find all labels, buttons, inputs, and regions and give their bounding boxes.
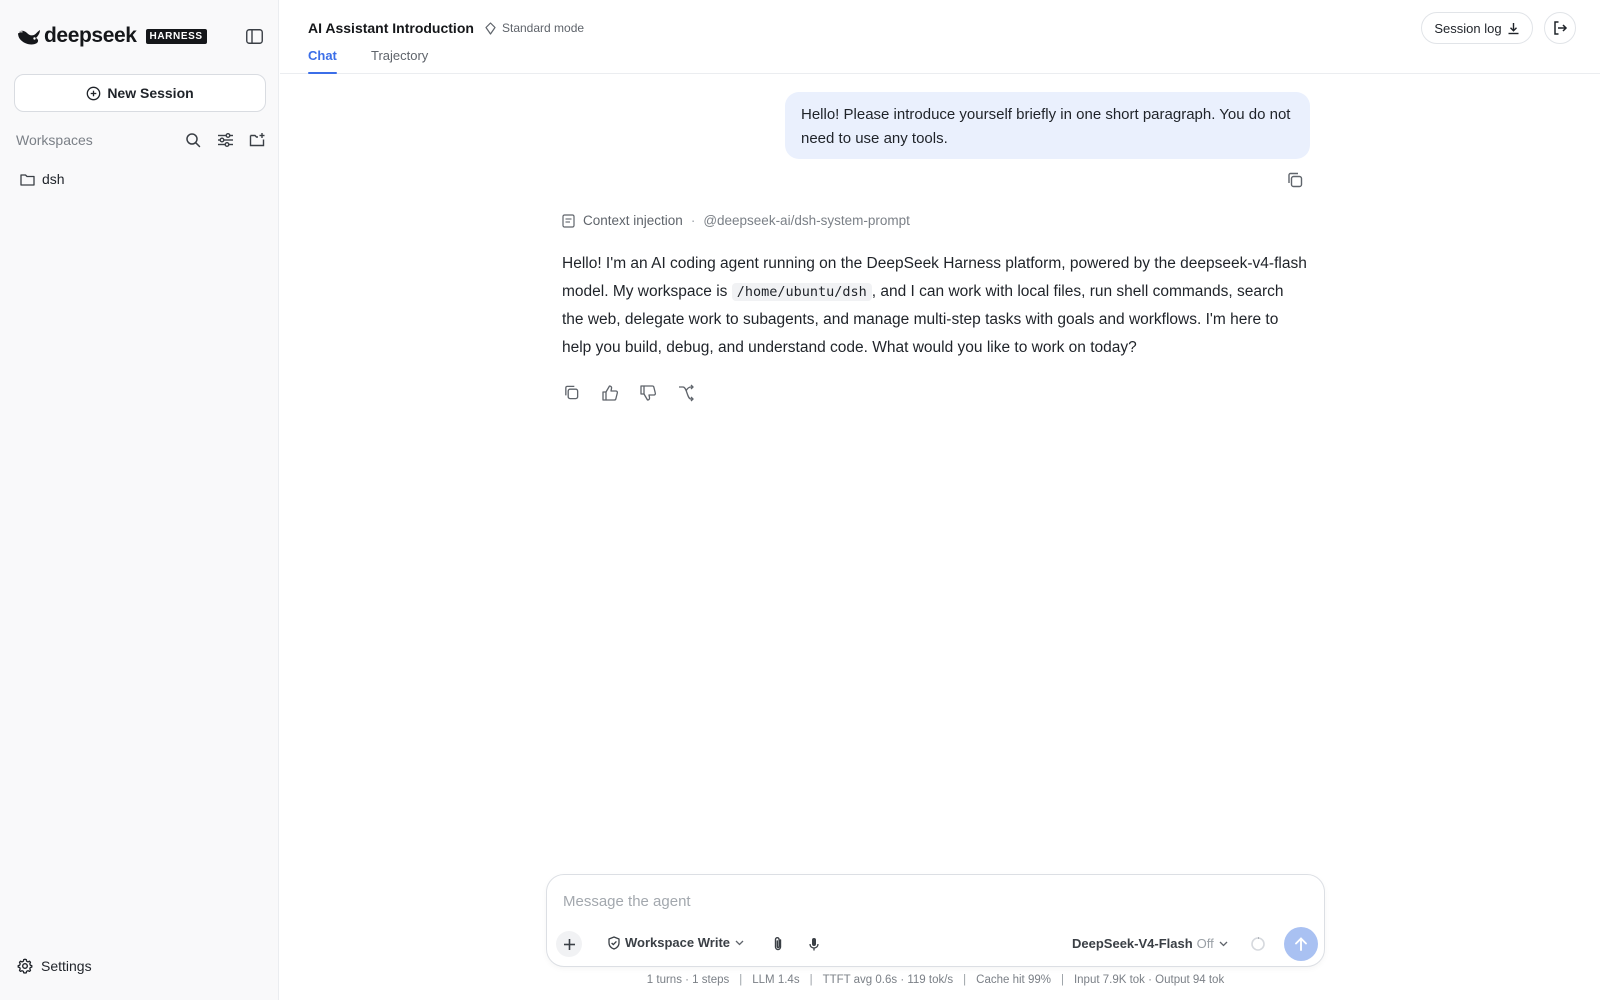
paperclip-icon[interactable]	[769, 935, 787, 953]
whale-logo-icon	[17, 30, 40, 45]
permission-select[interactable]: Workspace Write	[607, 935, 745, 950]
new-session-label: New Session	[107, 85, 194, 101]
brand-badge: HARNESS	[145, 28, 207, 44]
sidebar-toggle-icon[interactable]	[244, 27, 264, 45]
sidebar: deepseek HARNESS New Session Workspaces …	[0, 0, 279, 1000]
tab-trajectory[interactable]: Trajectory	[371, 48, 428, 74]
context-usage-icon[interactable]	[1250, 936, 1266, 952]
permission-label: Workspace Write	[625, 935, 731, 950]
thumbs-down-icon[interactable]	[638, 383, 657, 402]
mode-icon	[485, 21, 496, 35]
message-composer: Workspace Write DeepSeek-V4-Flash Off	[546, 874, 1325, 967]
page-title: AI Assistant Introduction	[308, 20, 474, 36]
brand-logo: deepseek HARNESS	[16, 24, 207, 48]
context-label: Context injection	[583, 213, 683, 228]
plus-circle-icon	[86, 86, 101, 100]
add-folder-icon[interactable]	[248, 131, 266, 149]
folder-icon	[20, 173, 35, 186]
model-name: DeepSeek-V4-Flash	[1072, 936, 1193, 951]
top-bar: AI Assistant Introduction Standard mode …	[280, 0, 1600, 74]
new-session-button[interactable]: New Session	[14, 74, 266, 112]
plus-icon	[563, 938, 575, 950]
stat-ttft: TTFT avg 0.6s · 119 tok/s	[822, 974, 954, 986]
workspaces-title: Workspaces	[16, 132, 93, 148]
document-icon	[562, 213, 575, 228]
separator-dot: ·	[690, 213, 696, 228]
stat-turns: 1 turns · 1 steps	[646, 974, 730, 986]
logout-icon	[1554, 21, 1568, 35]
mode-label: Standard mode	[502, 21, 585, 35]
download-icon	[1508, 22, 1519, 34]
stat-tokens: Input 7.9K tok · Output 94 tok	[1073, 974, 1225, 986]
arrow-up-icon	[1295, 937, 1307, 951]
assistant-message: Hello! I'm an AI coding agent running on…	[562, 250, 1307, 362]
chevron-down-icon	[735, 940, 744, 946]
user-message: Hello! Please introduce yourself briefly…	[785, 92, 1310, 159]
search-icon[interactable]	[184, 131, 202, 149]
workspaces-header: Workspaces	[16, 130, 266, 150]
session-log-label: Session log	[1434, 20, 1502, 36]
brand-name: deepseek	[44, 24, 137, 47]
mode-indicator: Standard mode	[484, 21, 584, 35]
filter-sliders-icon[interactable]	[216, 131, 234, 149]
stat-cache: Cache hit 99%	[976, 974, 1051, 986]
session-log-button[interactable]: Session log	[1421, 12, 1533, 44]
copy-icon[interactable]	[562, 383, 581, 402]
workspace-item-dsh[interactable]: dsh	[12, 166, 266, 192]
gear-icon	[17, 958, 33, 974]
branch-icon[interactable]	[676, 383, 695, 402]
stat-divider: |	[809, 974, 813, 986]
context-injection[interactable]: Context injection · @deepseek-ai/dsh-sys…	[562, 213, 910, 228]
thumbs-up-icon[interactable]	[600, 383, 619, 402]
message-input[interactable]	[563, 889, 1283, 913]
thinking-state: Off	[1196, 936, 1214, 951]
microphone-icon[interactable]	[805, 935, 823, 953]
logout-button[interactable]	[1544, 12, 1576, 44]
stat-llm: LLM 1.4s	[752, 974, 800, 986]
stat-divider: |	[739, 974, 743, 986]
settings-label: Settings	[41, 958, 92, 974]
context-source: @deepseek-ai/dsh-system-prompt	[703, 213, 910, 228]
send-button[interactable]	[1284, 927, 1318, 961]
session-stats: 1 turns · 1 steps | LLM 1.4s | TTFT avg …	[546, 974, 1325, 986]
settings-button[interactable]: Settings	[17, 958, 92, 974]
message-actions	[562, 383, 695, 402]
workspace-label: dsh	[42, 171, 65, 187]
add-attachment-button[interactable]	[556, 931, 582, 957]
stat-divider: |	[1060, 974, 1064, 986]
tab-chat[interactable]: Chat	[308, 48, 337, 74]
stat-divider: |	[963, 974, 967, 986]
copy-icon[interactable]	[1286, 171, 1304, 189]
shield-icon	[608, 935, 620, 950]
chevron-down-icon	[1219, 941, 1228, 947]
workspace-path-code: /home/ubuntu/dsh	[731, 283, 872, 301]
model-select[interactable]: DeepSeek-V4-Flash Off	[1072, 936, 1229, 951]
